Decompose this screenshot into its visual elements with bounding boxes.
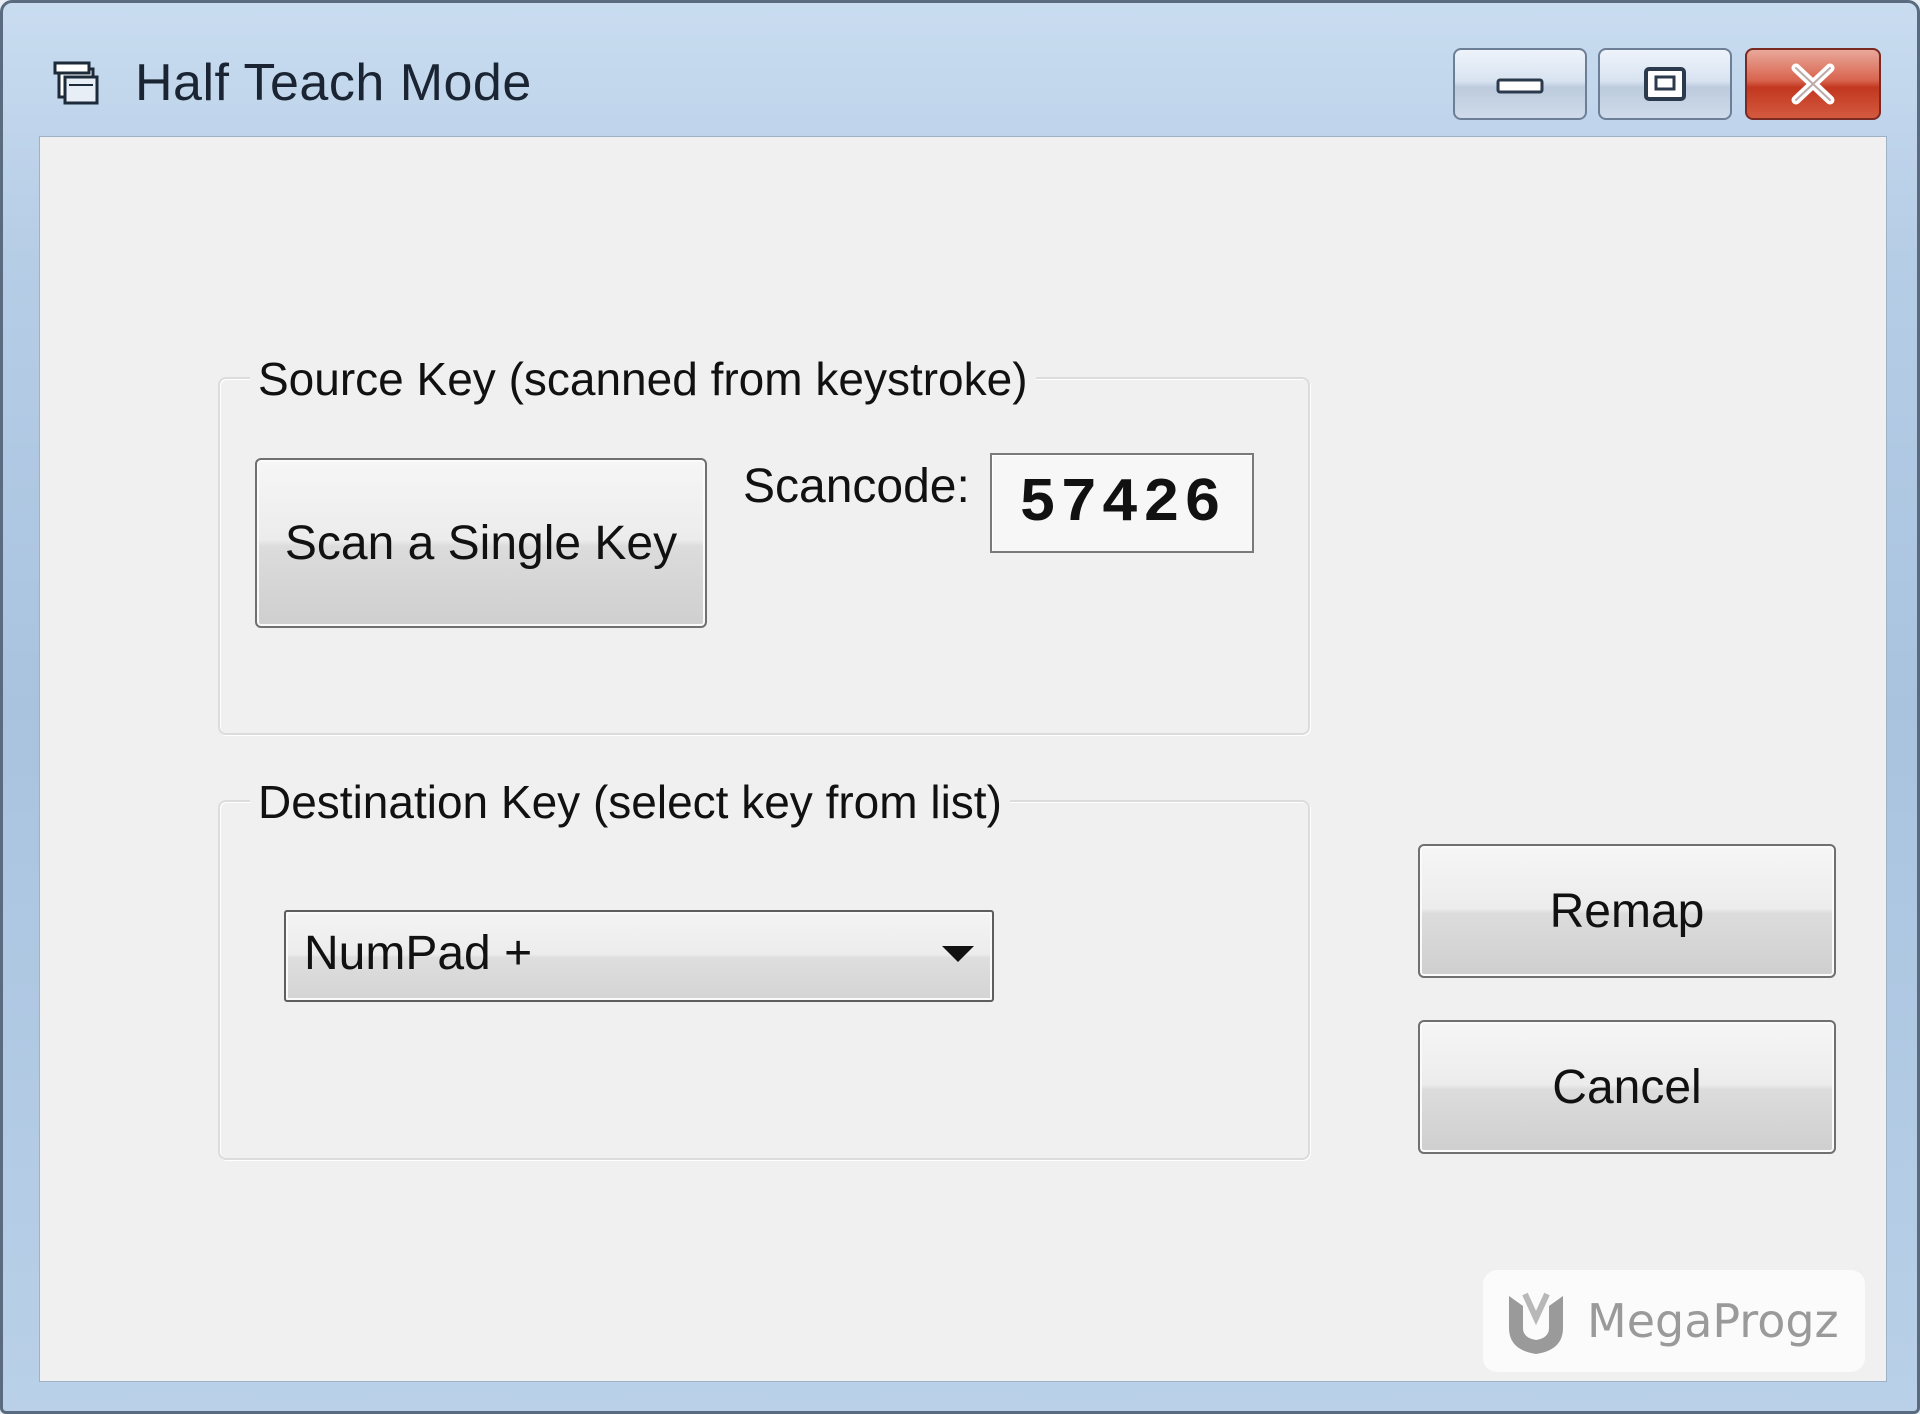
cancel-button[interactable]: Cancel [1418, 1020, 1836, 1154]
watermark: MegaProgz [1483, 1270, 1865, 1372]
app-window-icon [53, 61, 99, 105]
watermark-text: MegaProgz [1587, 1294, 1839, 1348]
remap-button[interactable]: Remap [1418, 844, 1836, 978]
close-button[interactable] [1745, 48, 1881, 120]
scan-single-key-button[interactable]: Scan a Single Key [255, 458, 707, 628]
maximize-button[interactable] [1598, 48, 1732, 120]
source-key-legend: Source Key (scanned from keystroke) [250, 349, 1036, 409]
destination-key-selected: NumPad + [304, 927, 533, 980]
destination-key-legend: Destination Key (select key from list) [250, 772, 1010, 832]
maximize-icon [1644, 67, 1686, 101]
title-bar[interactable]: Half Teach Mode [3, 3, 1917, 133]
megaprogz-logo-icon [1509, 1292, 1563, 1354]
dialog-client-area: Source Key (scanned from keystroke) Scan… [39, 136, 1887, 1382]
scancode-label: Scancode: [743, 460, 970, 513]
dialog-window: Half Teach Mode Source Key (scanned from… [0, 0, 1920, 1414]
chevron-down-icon[interactable] [942, 946, 974, 962]
scancode-value: 57426 [990, 453, 1254, 553]
window-title: Half Teach Mode [135, 54, 532, 112]
minimize-button[interactable] [1453, 48, 1587, 120]
destination-key-dropdown[interactable]: NumPad + [284, 910, 994, 1002]
close-icon [1791, 63, 1835, 105]
minimize-icon [1496, 78, 1544, 94]
